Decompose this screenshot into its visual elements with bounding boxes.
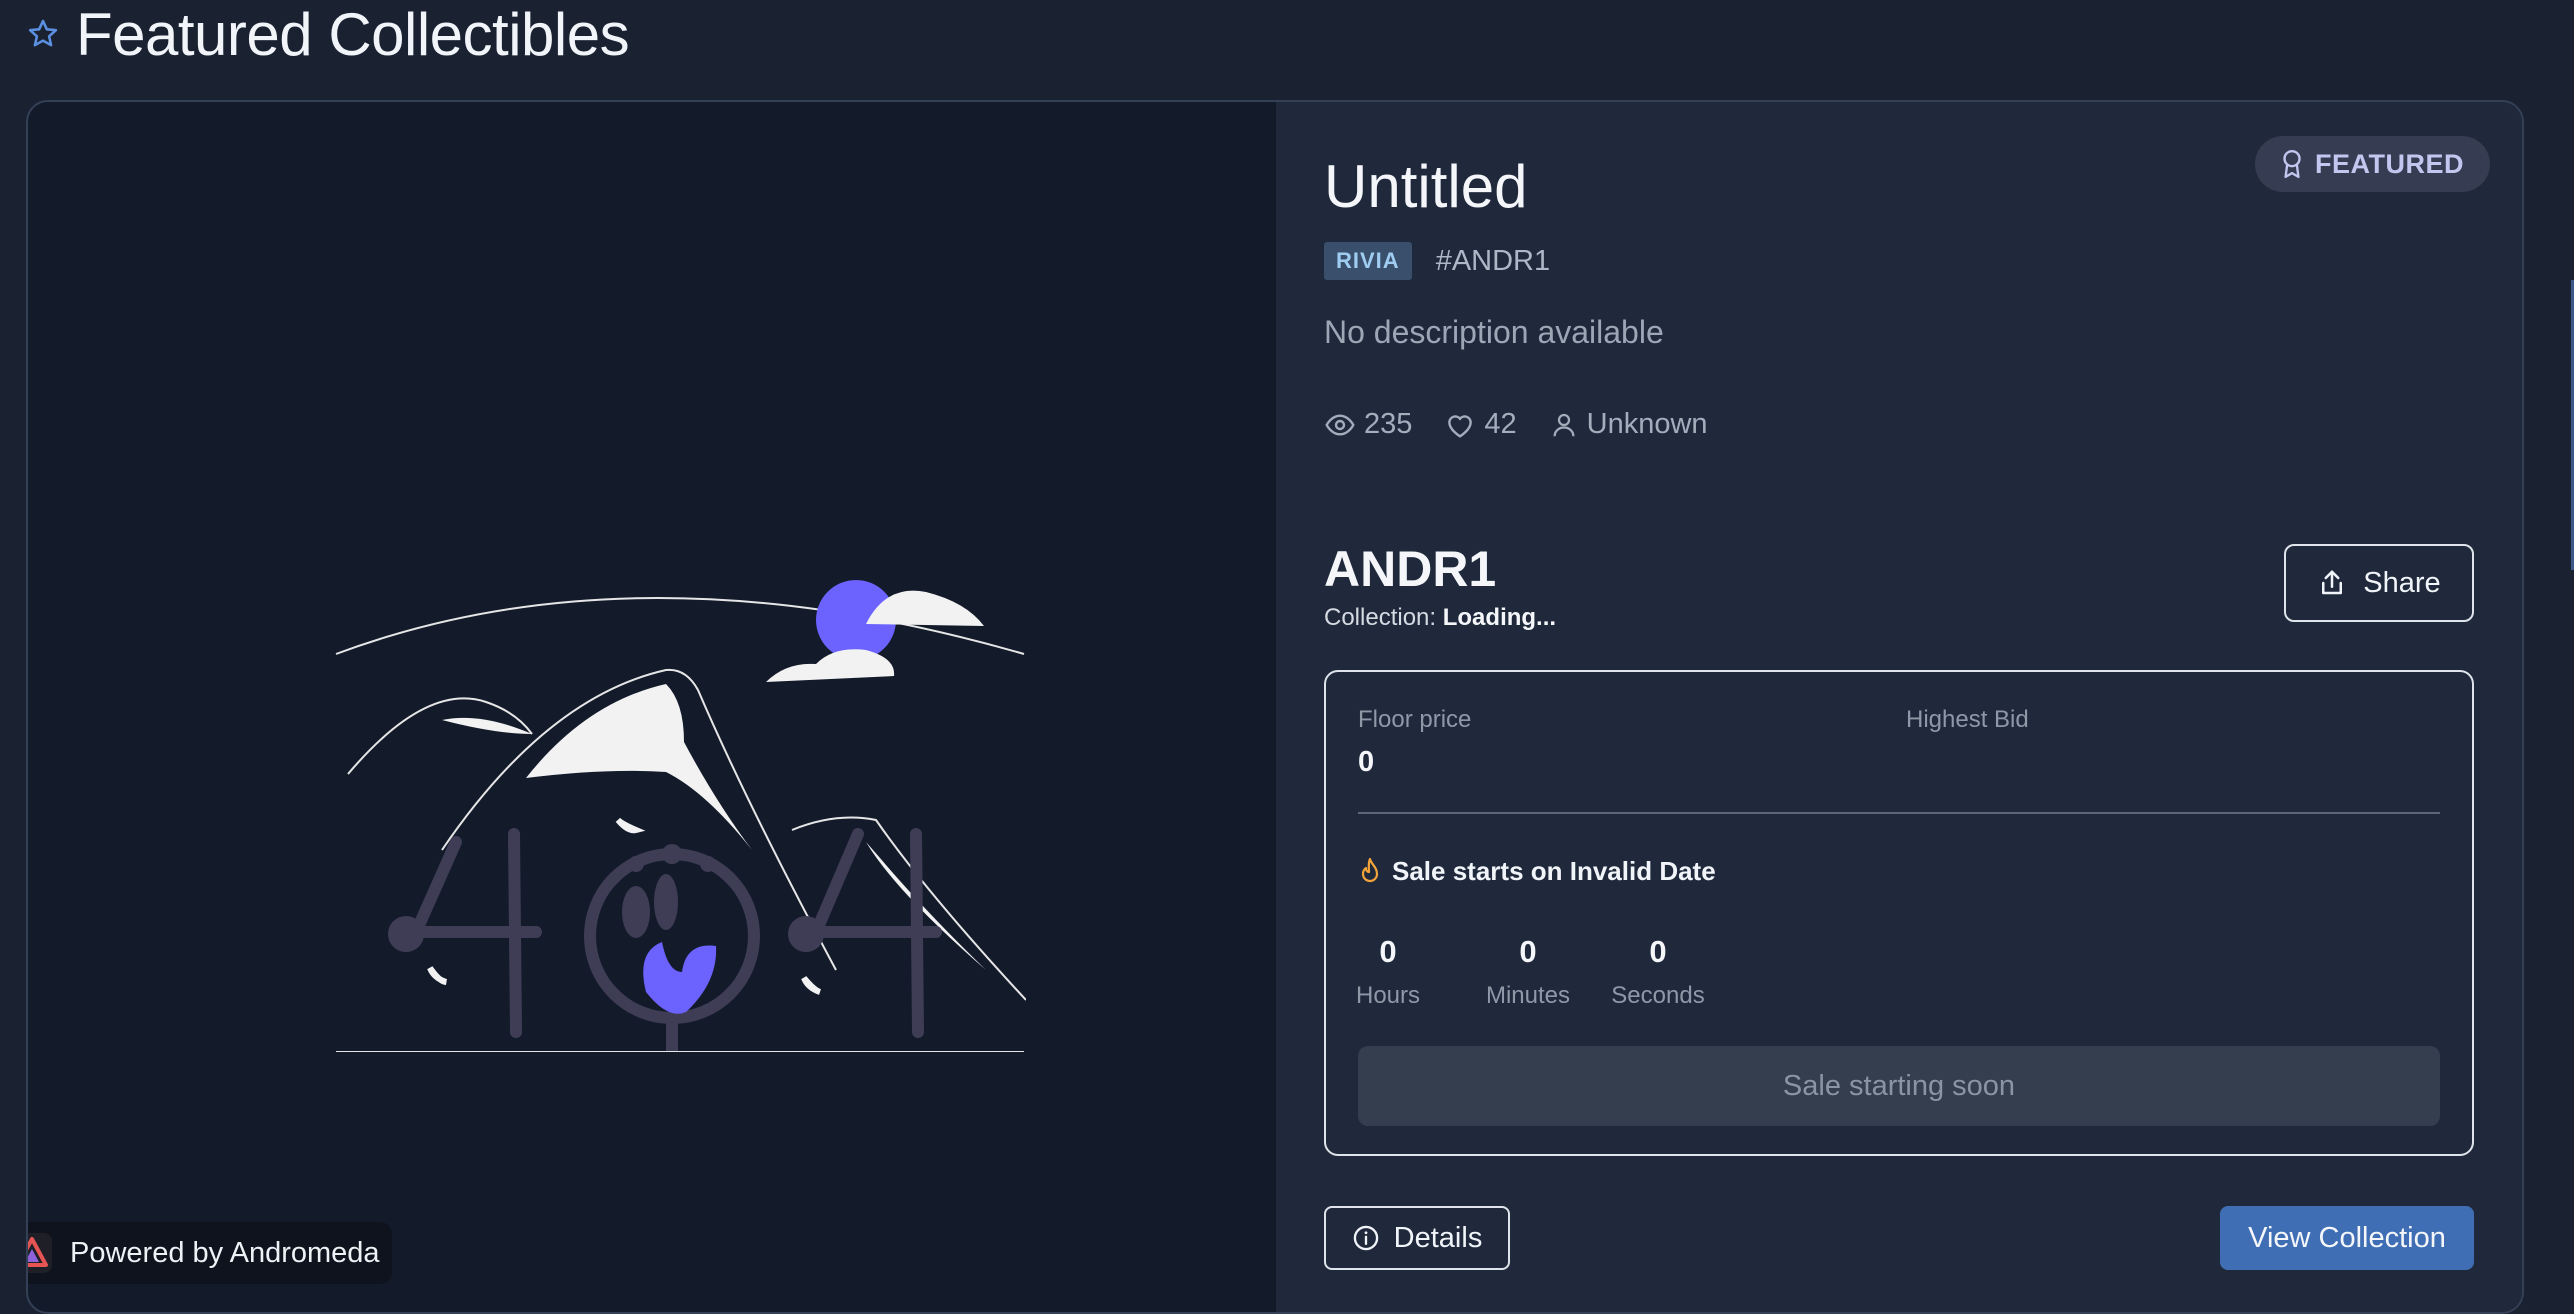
tag-row: RIVIA #ANDR1 — [1324, 242, 1550, 280]
award-icon — [2283, 149, 2301, 179]
collection-label: Collection: — [1324, 604, 1437, 631]
media-panel[interactable]: Powered by Andromeda — [28, 102, 1276, 1312]
featured-badge: FEATURED — [2255, 136, 2490, 192]
divider — [1358, 812, 2440, 814]
share-label: Share — [2363, 566, 2441, 599]
sale-status-button[interactable]: Sale starting soon — [1358, 1046, 2440, 1126]
nft-description: No description available — [1324, 314, 1664, 350]
token-id: #ANDR1 — [1435, 244, 1551, 277]
highest-bid-label: Highest Bid — [1906, 706, 2029, 733]
countdown-value: 0 — [1519, 934, 1537, 969]
collectible-card: Powered by Andromeda FEATURED Untitled R… — [26, 100, 2524, 1314]
views-stat: 235 — [1324, 408, 1412, 441]
share-icon — [2322, 570, 2343, 595]
share-button[interactable]: Share — [2284, 544, 2474, 622]
user-icon — [1553, 413, 1575, 436]
sale-starts-text: Sale starts on Invalid Date — [1392, 856, 1716, 886]
views-count: 235 — [1364, 408, 1413, 440]
collection-value: Loading... — [1442, 604, 1557, 631]
flame-icon — [1361, 857, 1379, 882]
info-panel: FEATURED Untitled RIVIA #ANDR1 No descri… — [1276, 102, 2522, 1312]
view-collection-button[interactable]: View Collection — [2220, 1206, 2474, 1270]
heart-icon — [1448, 414, 1473, 438]
countdown-hours: 0 Hours — [1352, 934, 1424, 1010]
eye-icon — [1325, 413, 1355, 436]
countdown-value: 0 — [1649, 934, 1667, 969]
countdown-seconds: 0 Seconds — [1608, 934, 1708, 1010]
countdown-unit: Hours — [1355, 982, 1421, 1009]
nft-title: Untitled — [1324, 153, 1528, 220]
owner-name: Unknown — [1586, 408, 1708, 440]
countdown-value: 0 — [1379, 934, 1397, 969]
details-button[interactable]: Details — [1324, 1206, 1510, 1270]
floor-price-value: 0 — [1358, 746, 1375, 778]
details-label: Details — [1393, 1221, 1483, 1254]
sale-starts-row: Sale starts on Invalid Date — [1358, 856, 1716, 887]
floor-price-label: Floor price — [1358, 706, 1472, 733]
powered-by-badge[interactable]: Powered by Andromeda — [28, 1222, 392, 1284]
owner-stat: Unknown — [1549, 408, 1708, 441]
star-icon — [28, 19, 58, 47]
countdown-unit: Seconds — [1611, 982, 1705, 1009]
collection-line: Collection: Loading... — [1324, 604, 1556, 632]
likes-stat[interactable]: 42 — [1444, 408, 1517, 441]
info-icon — [1353, 1225, 1378, 1251]
powered-by-label: Powered by Andromeda — [70, 1236, 380, 1269]
token-name: ANDR1 — [1324, 541, 1497, 597]
countdown-unit: Minutes — [1485, 982, 1571, 1009]
not-found-illustration — [335, 580, 1026, 1052]
stats-row: 235 42 Unknown — [1324, 408, 1740, 441]
page-header: Featured Collectibles — [26, 0, 630, 68]
sale-box: Floor price 0 Highest Bid Sale starts on… — [1324, 670, 2474, 1156]
featured-badge-label: FEATURED — [2315, 148, 2464, 179]
page-title: Featured Collectibles — [76, 0, 630, 68]
chain-badge: RIVIA — [1324, 242, 1412, 280]
countdown-minutes: 0 Minutes — [1478, 934, 1578, 1010]
andromeda-logo-icon — [28, 1233, 52, 1273]
likes-count: 42 — [1484, 408, 1517, 440]
